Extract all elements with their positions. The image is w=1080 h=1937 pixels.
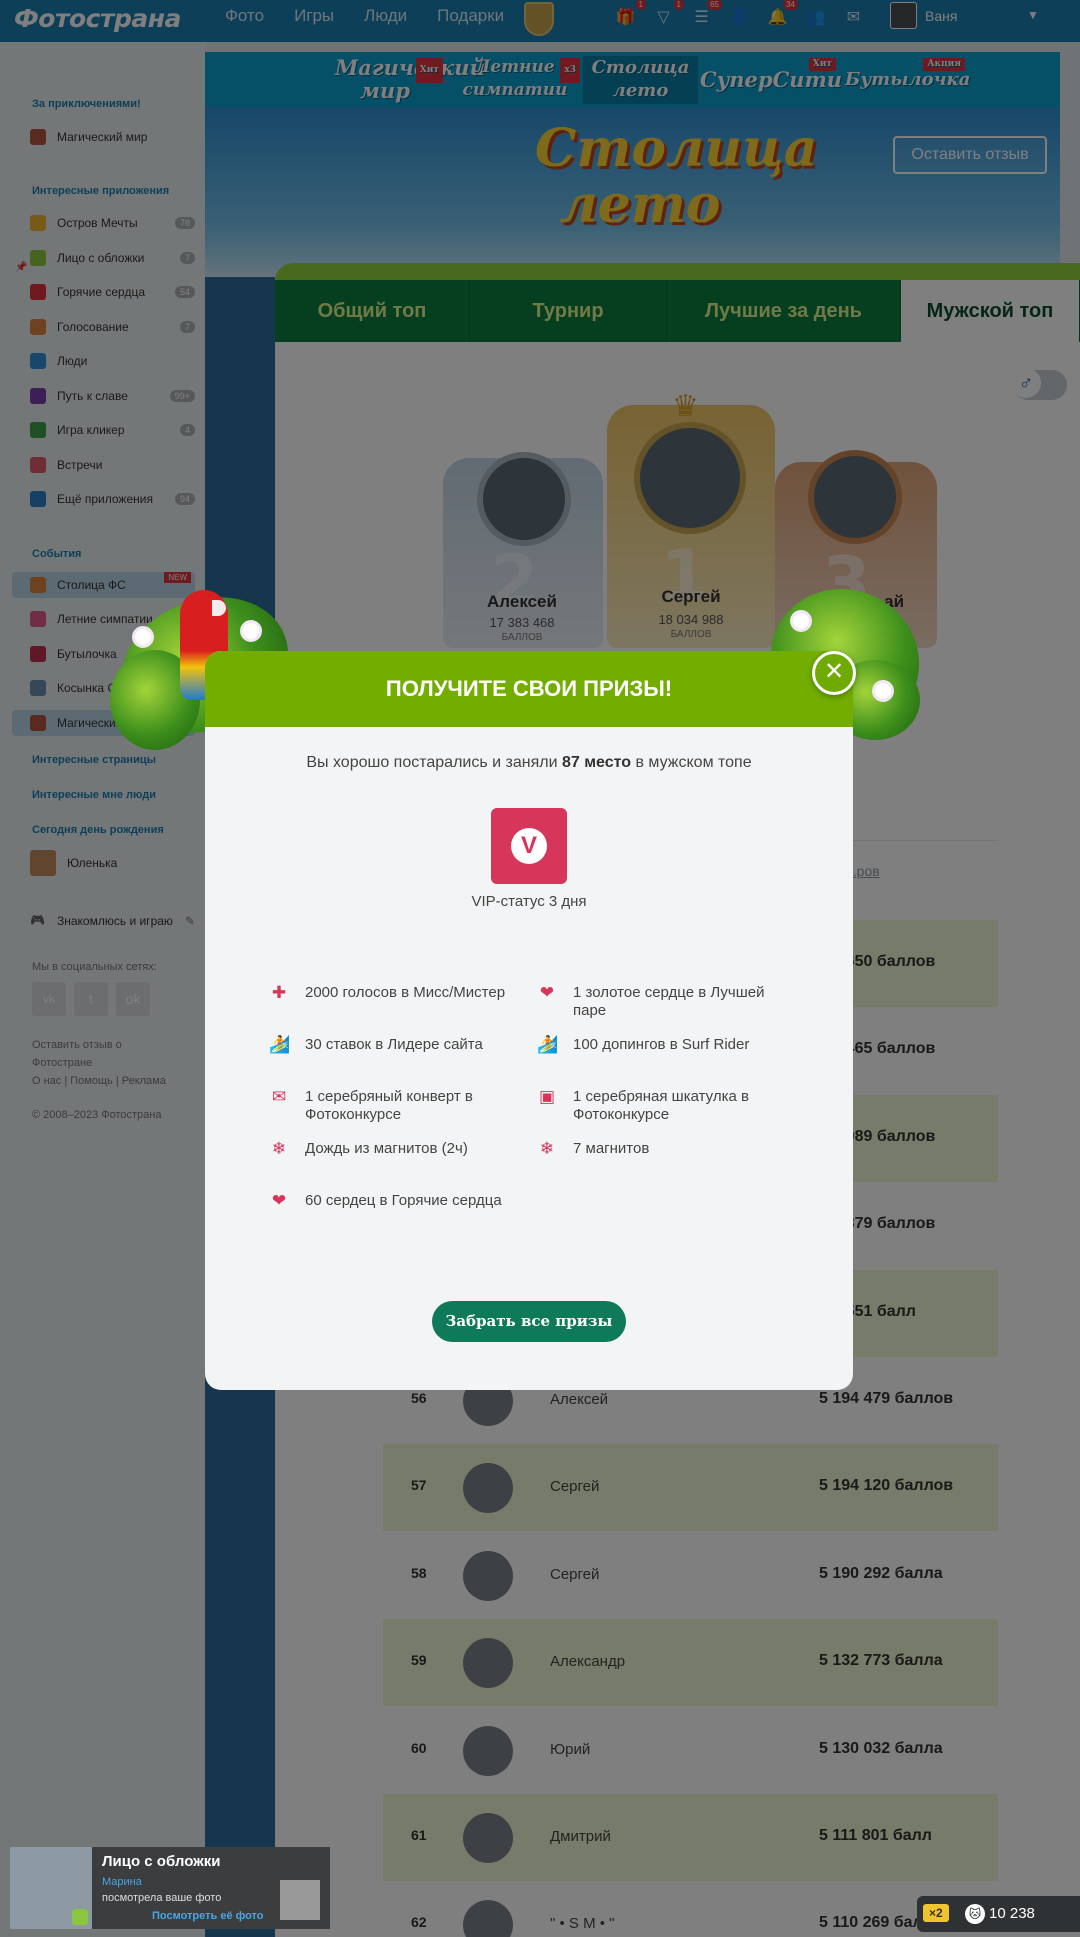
notification-text: посмотрела ваше фото	[102, 1892, 222, 1904]
prize-item: ▣ 1 серебряная шкатулка в Фотоконкурсе	[537, 1088, 777, 1124]
prize-text: 2000 голосов в Мисс/Мистер	[305, 984, 506, 1001]
coins-widget[interactable]: ×2 🐱 10 238	[917, 1896, 1080, 1932]
cross-icon: ✚	[271, 983, 287, 1002]
snowflake-icon: ❄	[539, 1139, 555, 1158]
prize-text: 100 допингов в Surf Rider	[573, 1036, 750, 1053]
claim-all-prizes-button[interactable]: Забрать все призы	[432, 1301, 626, 1342]
subtitle-text: Вы хорошо постарались и заняли	[306, 754, 562, 771]
prize-text: 60 сердец в Горячие сердца	[305, 1192, 502, 1209]
vip-icon: V	[511, 828, 547, 864]
prize-item: ❤ 1 золотое сердце в Лучшей паре	[537, 984, 777, 1020]
notification-user[interactable]: Марина	[102, 1876, 142, 1888]
orchid-icon	[872, 680, 894, 702]
modal-title: ПОЛУЧИТЕ СВОИ ПРИЗЫ!	[205, 651, 853, 727]
snowflake-icon: ❄	[271, 1139, 287, 1158]
vip-label: VIP-статус 3 дня	[471, 893, 587, 910]
prize-text: 1 серебряный конверт в Фотоконкурсе	[305, 1088, 473, 1123]
prize-text: Дождь из магнитов (2ч)	[305, 1140, 468, 1157]
heart-icon: ❤	[271, 1191, 287, 1210]
place-value: 87 место	[561, 754, 632, 771]
heart-icon: ❤	[539, 983, 555, 1002]
close-icon[interactable]: ✕	[812, 651, 856, 695]
prize-item: ❄ Дождь из магнитов (2ч)	[269, 1140, 519, 1158]
prize-item: 🏄 100 допингов в Surf Rider	[537, 1036, 777, 1054]
prize-item: 🏄 30 ставок в Лидере сайта	[269, 1036, 519, 1054]
prize-text: 7 магнитов	[573, 1140, 650, 1157]
vip-prize-card: V	[491, 808, 567, 884]
prize-text: 1 серебряная шкатулка в Фотоконкурсе	[573, 1088, 749, 1123]
surfer-icon: 🏄	[269, 1035, 291, 1054]
prize-item: ✉ 1 серебряный конверт в Фотоконкурсе	[269, 1088, 519, 1124]
orchid-icon	[240, 620, 262, 642]
notification-toast[interactable]: Лицо с обложки Марина посмотрела ваше фо…	[10, 1847, 330, 1929]
coins-value: 10 238	[989, 1905, 1035, 1922]
orchid-icon	[790, 610, 812, 632]
photo-thumbnail[interactable]	[280, 1880, 320, 1920]
prize-item: ❄ 7 магнитов	[537, 1140, 777, 1158]
multiplier-badge: ×2	[923, 1904, 949, 1922]
prize-item: ❤ 60 сердец в Горячие сердца	[269, 1192, 519, 1210]
orchid-icon	[132, 626, 154, 648]
subtitle-text: в мужском топе	[631, 754, 752, 771]
cat-icon: 🐱	[965, 1904, 985, 1924]
view-photo-link[interactable]: Посмотреть её фото	[152, 1910, 264, 1922]
envelope-icon: ✉	[271, 1087, 287, 1106]
box-icon: ▣	[538, 1087, 556, 1106]
surfer-icon: 🏄	[537, 1035, 559, 1054]
prize-text: 30 ставок в Лидере сайта	[305, 1036, 483, 1053]
app-icon	[72, 1909, 88, 1925]
prize-text: 1 золотое сердце в Лучшей паре	[573, 984, 765, 1019]
prize-item: ✚ 2000 голосов в Мисс/Мистер	[269, 984, 519, 1002]
modal-subtitle: Вы хорошо постарались и заняли 87 место …	[205, 754, 853, 772]
notification-title: Лицо с обложки	[102, 1853, 221, 1870]
prizes-modal: ПОЛУЧИТЕ СВОИ ПРИЗЫ! Вы хорошо постарали…	[205, 651, 853, 1390]
